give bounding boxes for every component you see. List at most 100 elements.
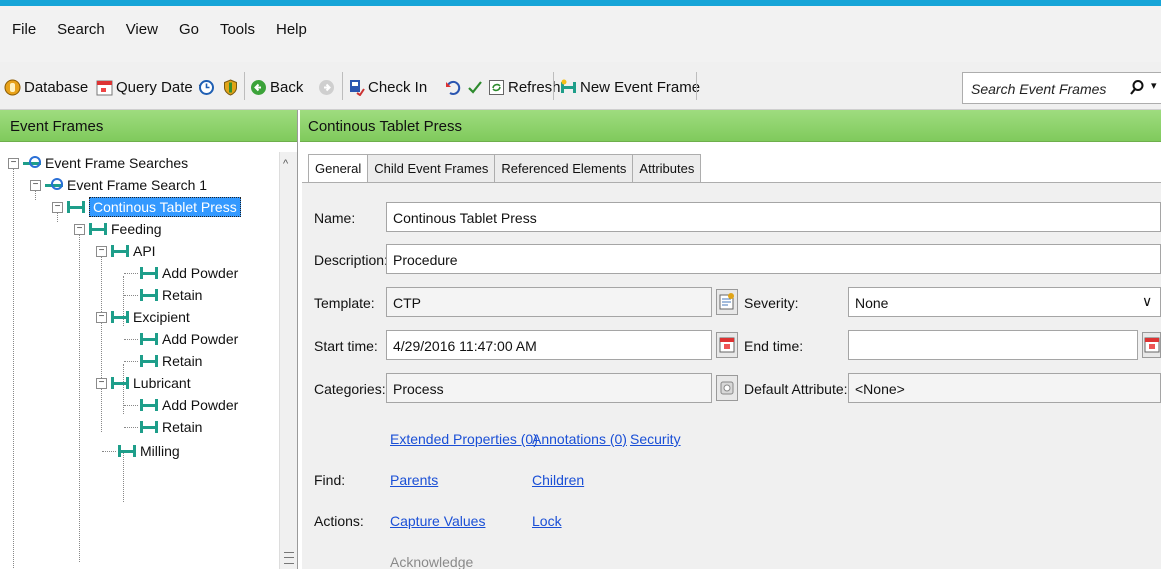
collapse-icon[interactable]: − — [52, 201, 63, 213]
tree-item-add-powder[interactable]: Add Powder — [124, 328, 238, 350]
default-attribute-label: Default Attribute: — [744, 381, 848, 397]
tab-child-event-frames[interactable]: Child Event Frames — [367, 154, 496, 182]
annotations-link[interactable]: Annotations (0) — [532, 431, 627, 447]
start-time-field[interactable]: 4/29/2016 11:47:00 AM — [386, 330, 712, 360]
check-in-button[interactable]: Check In — [348, 76, 427, 98]
details-tabs: General Child Event Frames Referenced El… — [308, 154, 702, 184]
database-button[interactable]: Database — [4, 76, 88, 98]
tree-item-label: Retain — [162, 287, 203, 303]
tree-item-label: Add Powder — [162, 331, 239, 347]
tree-item-feeding[interactable]: − Feeding — [74, 218, 162, 240]
name-label: Name: — [314, 210, 356, 226]
tree-item-event-frame-search-1[interactable]: − Event Frame Search 1 — [30, 174, 207, 196]
event-frame-icon — [118, 445, 136, 457]
tab-referenced-elements[interactable]: Referenced Elements — [494, 154, 634, 182]
collapse-icon[interactable]: − — [96, 377, 107, 389]
categories-browse-button[interactable] — [716, 375, 738, 401]
parents-link[interactable]: Parents — [390, 472, 438, 488]
clock-icon — [198, 79, 215, 96]
menu-search[interactable]: Search — [57, 21, 105, 38]
security-link[interactable]: Security — [630, 431, 681, 447]
extended-properties-link[interactable]: Extended Properties (0) — [390, 431, 538, 447]
calendar-icon — [719, 337, 735, 353]
children-link[interactable]: Children — [532, 472, 584, 488]
tree-item-retain[interactable]: Retain — [124, 350, 202, 372]
end-time-calendar-button[interactable] — [1142, 332, 1161, 358]
forward-button[interactable] — [318, 76, 338, 98]
tree-item-api[interactable]: − API — [96, 240, 156, 262]
chevron-down-icon[interactable]: ∨ — [1142, 293, 1152, 310]
refresh-button[interactable]: Refresh — [488, 76, 561, 98]
query-date-button[interactable]: Query Date ▾ — [96, 76, 204, 98]
apply-button[interactable] — [466, 76, 486, 98]
scroll-grip-icon[interactable] — [284, 552, 294, 564]
name-field[interactable]: Continous Tablet Press — [386, 202, 1161, 232]
collapse-icon[interactable]: − — [30, 179, 41, 191]
shield-button[interactable] — [222, 76, 242, 98]
template-browse-button[interactable] — [716, 289, 738, 315]
tree-item-label: API — [133, 243, 156, 259]
back-arrow-icon — [250, 79, 267, 96]
search-icon[interactable] — [1129, 79, 1145, 100]
undo-button[interactable] — [444, 76, 464, 98]
tree-item-add-powder[interactable]: Add Powder — [124, 262, 238, 284]
description-field[interactable]: Procedure — [386, 244, 1161, 274]
event-frame-icon — [140, 289, 158, 301]
toolbar-separator — [696, 72, 697, 100]
template-icon — [719, 293, 734, 310]
general-tab-panel: Name: Continous Tablet Press Description… — [302, 182, 1161, 569]
tree-connector — [102, 450, 116, 452]
tree-connector — [124, 360, 138, 362]
tree-item-label: Retain — [162, 419, 203, 435]
lock-link[interactable]: Lock — [532, 513, 562, 529]
event-frame-icon — [140, 421, 158, 433]
tree-scrollbar[interactable]: ^ — [279, 152, 297, 569]
collapse-icon[interactable]: − — [96, 311, 107, 323]
event-frame-icon — [67, 201, 85, 213]
tree-item-continous-tablet-press[interactable]: − Continous Tablet Press — [52, 196, 241, 218]
tree-item-excipient[interactable]: − Excipient — [96, 306, 190, 328]
menu-help[interactable]: Help — [276, 21, 307, 38]
scroll-up-icon[interactable]: ^ — [283, 158, 288, 170]
database-label: Database — [24, 78, 89, 96]
search-input[interactable]: Search Event Frames ▾ — [962, 72, 1161, 104]
toolbar-separator — [244, 72, 245, 100]
tab-general[interactable]: General — [308, 154, 369, 184]
tree-item-milling[interactable]: Milling — [102, 440, 180, 462]
tree-item-event-frame-searches[interactable]: − Event Frame Searches — [8, 152, 188, 174]
menu-file[interactable]: File — [12, 21, 36, 38]
start-time-calendar-button[interactable] — [716, 332, 738, 358]
severity-label: Severity: — [744, 295, 799, 311]
calendar-icon — [1144, 337, 1160, 353]
back-button[interactable]: Back — [250, 76, 303, 98]
details-header: Continous Tablet Press — [300, 110, 1161, 142]
menu-tools[interactable]: Tools — [220, 21, 255, 38]
event-frame-icon — [111, 245, 129, 257]
search-options-caret-icon[interactable]: ▾ — [1151, 79, 1157, 92]
end-time-label: End time: — [744, 338, 804, 354]
tree-item-lubricant[interactable]: − Lubricant — [96, 372, 191, 394]
end-time-field[interactable] — [848, 330, 1138, 360]
collapse-icon[interactable]: − — [8, 157, 19, 169]
categories-label: Categories: — [314, 381, 386, 397]
shield-icon — [222, 78, 239, 96]
event-frame-icon — [140, 267, 158, 279]
history-button[interactable] — [198, 76, 218, 98]
collapse-icon[interactable]: − — [74, 223, 85, 235]
tab-attributes[interactable]: Attributes — [632, 154, 702, 182]
severity-select[interactable]: None — [848, 287, 1161, 317]
new-event-frame-button[interactable]: New Event Frame — [560, 76, 700, 98]
tree-item-retain[interactable]: Retain — [124, 416, 202, 438]
event-frame-icon — [140, 333, 158, 345]
tree-item-retain[interactable]: Retain — [124, 284, 202, 306]
undo-icon — [444, 79, 461, 96]
refresh-icon — [488, 79, 505, 96]
menu-view[interactable]: View — [126, 21, 158, 38]
tree-item-add-powder[interactable]: Add Powder — [124, 394, 238, 416]
description-label: Description: — [314, 252, 388, 268]
capture-values-link[interactable]: Capture Values — [390, 513, 485, 529]
event-frames-tree: − Event Frame Searches − Event Frame Sea… — [8, 152, 280, 569]
menu-go[interactable]: Go — [179, 21, 199, 38]
collapse-icon[interactable]: − — [96, 245, 107, 257]
tree-item-label: Retain — [162, 353, 203, 369]
